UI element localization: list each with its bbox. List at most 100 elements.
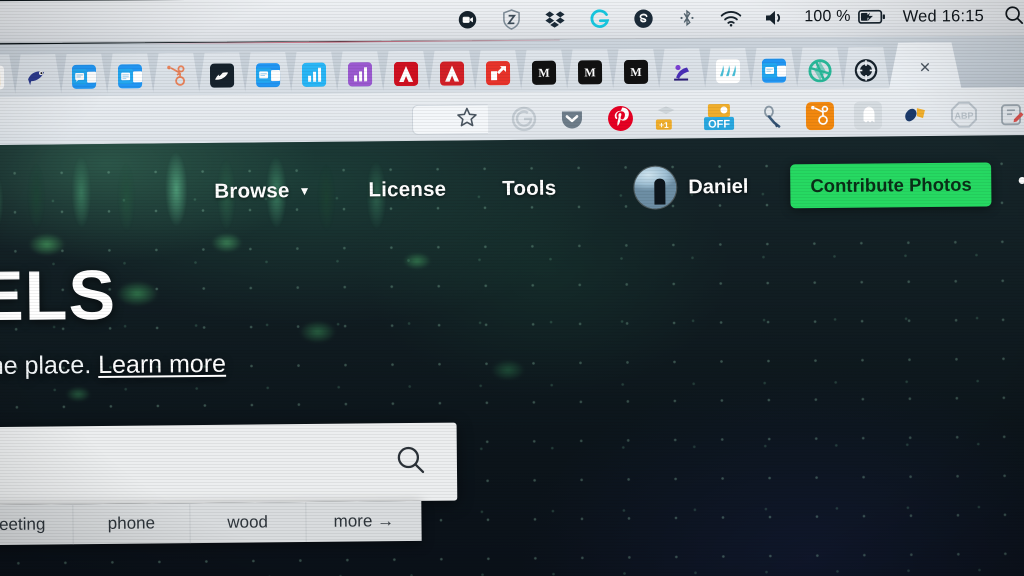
honey-extension[interactable]	[902, 101, 930, 129]
menu-bar-status-icons	[456, 6, 786, 30]
tab-adobe-2[interactable]	[428, 50, 476, 96]
nav-license[interactable]: License	[368, 178, 446, 203]
note-icon	[256, 63, 280, 87]
chart-icon	[348, 62, 372, 86]
tab-chart-purple[interactable]	[336, 51, 384, 97]
laptop-screen-photo: 100 % Wed 16:15 M M M × +1 OFF ABP Brows…	[0, 0, 1024, 576]
search-section: meeting phone wood more →	[0, 422, 458, 546]
tab-bird[interactable]	[14, 54, 62, 100]
tab-notes-1[interactable]	[60, 54, 108, 100]
tab-medium-3[interactable]: M	[612, 49, 660, 95]
tab-chart-blue[interactable]	[290, 52, 338, 98]
hero-text-block: XELS s in one place. Learn more	[0, 255, 226, 381]
tab-notes-2[interactable]	[106, 53, 154, 99]
username-label: Daniel	[688, 175, 749, 198]
aperture-icon	[854, 58, 878, 82]
nav-tools[interactable]: Tools	[502, 177, 556, 202]
ghostery-extension[interactable]	[853, 101, 883, 130]
buffer-extension[interactable]: +1	[654, 103, 682, 131]
tab-aperture-dark[interactable]	[842, 47, 890, 93]
tab-red-app[interactable]	[474, 50, 522, 96]
logitech-g-icon[interactable]	[588, 7, 610, 29]
tab-purple-figure[interactable]	[658, 48, 706, 94]
tab-notes-3[interactable]	[244, 52, 292, 98]
hubspot-sprocket-icon	[164, 64, 188, 88]
note-icon	[118, 64, 142, 88]
chip-more[interactable]: more →	[306, 501, 422, 542]
tab-medium-1[interactable]: M	[520, 50, 568, 96]
steemit-icon	[716, 59, 740, 83]
nav-browse-label: Browse	[214, 179, 290, 203]
chip-phone[interactable]: phone	[73, 503, 191, 545]
user-menu[interactable]: Daniel	[634, 166, 748, 209]
adobe-icon	[440, 61, 464, 85]
skype-icon[interactable]	[632, 7, 654, 29]
dropbox-icon[interactable]	[544, 8, 566, 30]
bar-chart-icon	[0, 65, 4, 89]
search-icon[interactable]	[1004, 5, 1024, 27]
address-bar-end[interactable]	[411, 104, 489, 135]
vpn-shield-icon[interactable]	[500, 8, 522, 30]
avatar[interactable]	[634, 166, 677, 209]
learn-more-link[interactable]: Learn more	[98, 349, 226, 378]
grammarly-extension[interactable]	[510, 105, 538, 133]
pexels-homepage: Browse ▼ License Tools Daniel Contribute…	[0, 134, 1024, 576]
page-title: XELS	[0, 255, 117, 336]
off-toggle-extension[interactable]: OFF	[702, 103, 738, 131]
menu-bar-clock[interactable]: Wed 16:15	[903, 7, 984, 26]
nav-tools-label: Tools	[502, 176, 557, 201]
note-icon	[762, 59, 786, 83]
medium-icon: M	[578, 60, 602, 84]
svg-text:+1: +1	[659, 120, 669, 130]
bird-icon	[26, 65, 50, 89]
tab-dark-app[interactable]	[198, 52, 246, 98]
dark-app-icon	[210, 63, 234, 87]
contribute-photos-button[interactable]: Contribute Photos	[790, 162, 992, 209]
aperture-icon	[808, 58, 832, 82]
figure-icon	[670, 59, 694, 83]
nav-browse[interactable]: Browse ▼	[214, 179, 310, 204]
search-box[interactable]	[0, 422, 458, 506]
wifi-icon[interactable]	[720, 7, 742, 29]
nav-license-label: License	[368, 177, 447, 202]
star-icon[interactable]	[455, 105, 479, 134]
medium-icon: M	[624, 60, 648, 84]
search-input[interactable]	[0, 445, 352, 484]
search-icon[interactable]	[395, 443, 427, 480]
tab-adobe-1[interactable]	[382, 51, 430, 97]
battery-percent-label: 100 %	[804, 7, 851, 26]
chip-wood[interactable]: wood	[189, 502, 307, 544]
tab-pexels-green[interactable]	[796, 47, 844, 93]
tab-hubspot[interactable]	[152, 53, 200, 99]
volume-icon[interactable]	[764, 6, 786, 28]
svg-text:OFF: OFF	[708, 118, 730, 130]
overflow-menu-button[interactable]: ••	[1018, 165, 1024, 195]
notes-extension[interactable]	[998, 100, 1024, 128]
adobe-icon	[394, 62, 418, 86]
note-icon	[72, 65, 96, 89]
pinterest-extension[interactable]	[606, 104, 634, 132]
medium-icon: M	[532, 61, 556, 85]
tab-notes-4[interactable]	[750, 48, 798, 94]
battery-charging-icon[interactable]	[857, 6, 887, 28]
tab-active-pexels[interactable]: ×	[888, 42, 962, 93]
tab-medium-2[interactable]: M	[566, 49, 614, 95]
bluetooth-icon[interactable]	[676, 7, 698, 29]
adblock-plus-extension[interactable]: ABP	[950, 101, 978, 129]
hero-subtitle-text: s in one place.	[0, 350, 92, 381]
search-suggestions[interactable]: meeting phone wood more →	[0, 500, 422, 546]
svg-text:ABP: ABP	[954, 111, 973, 121]
mouse-extension[interactable]	[758, 102, 786, 130]
hubspot-extension[interactable]	[805, 101, 835, 131]
tab-steemit[interactable]	[704, 48, 752, 94]
pocket-extension[interactable]	[558, 104, 586, 132]
close-icon[interactable]: ×	[919, 58, 930, 77]
tab-analytics[interactable]	[0, 54, 16, 100]
chevron-down-icon: ▼	[298, 183, 311, 199]
red-app-icon	[486, 61, 510, 85]
zoom-icon[interactable]	[456, 8, 478, 30]
site-navbar: Browse ▼ License Tools Daniel Contribute…	[0, 153, 1024, 225]
chart-icon	[302, 63, 326, 87]
chip-meeting[interactable]: meeting	[0, 504, 74, 546]
hero-subtitle: s in one place. Learn more	[0, 349, 226, 381]
